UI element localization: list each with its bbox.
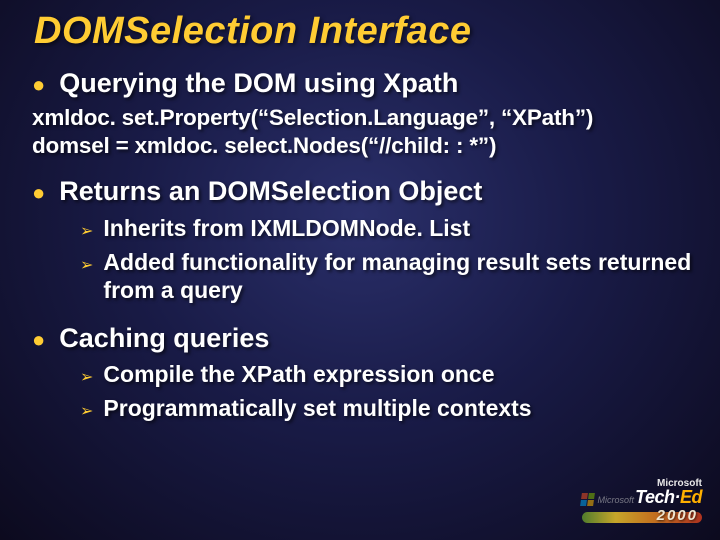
subbullet-compile: ➢ Compile the XPath expression once <box>80 360 692 390</box>
tech-text: Tech· <box>635 487 680 507</box>
bullet-icon: ● <box>32 326 45 354</box>
year-text: 2000 <box>657 507 698 524</box>
bullet-icon: ● <box>32 179 45 207</box>
bullet-text: Querying the DOM using Xpath <box>59 67 458 99</box>
bullet-querying: ● Querying the DOM using Xpath <box>32 67 692 99</box>
arrow-icon: ➢ <box>80 366 93 390</box>
bullet-text: Caching queries <box>59 322 269 354</box>
subbullet-text: Inherits from IXMLDOMNode. List <box>103 214 470 242</box>
arrow-icon: ➢ <box>80 254 93 278</box>
code-line-2: domsel = xmldoc. select.Nodes(“//child: … <box>32 133 692 159</box>
code-line-1: xmldoc. set.Property(“Selection.Language… <box>32 105 692 131</box>
footer-brand: Microsoft Tech·Ed 2000 <box>552 478 702 530</box>
arrow-icon: ➢ <box>80 220 93 244</box>
slide-title: DOMSelection Interface <box>34 10 692 53</box>
ed-text: Ed <box>680 487 702 507</box>
arrow-icon: ➢ <box>80 400 93 424</box>
subbullet-text: Compile the XPath expression once <box>103 360 494 388</box>
bullet-icon: ● <box>32 71 45 99</box>
slide: DOMSelection Interface ● Querying the DO… <box>0 0 720 540</box>
year-badge: 2000 <box>552 508 702 526</box>
subbullet-text: Programmatically set multiple contexts <box>103 394 531 422</box>
subbullet-inherits: ➢ Inherits from IXMLDOMNode. List <box>80 214 692 244</box>
bullet-caching: ● Caching queries <box>32 322 692 354</box>
teched-logo: Microsoft Tech·Ed <box>552 478 702 508</box>
bullet-returns: ● Returns an DOMSelection Object <box>32 175 692 207</box>
bullet-text: Returns an DOMSelection Object <box>59 175 482 207</box>
subbullet-added-func: ➢ Added functionality for managing resul… <box>80 248 692 304</box>
subbullet-text: Added functionality for managing result … <box>103 248 692 304</box>
subbullet-contexts: ➢ Programmatically set multiple contexts <box>80 394 692 424</box>
